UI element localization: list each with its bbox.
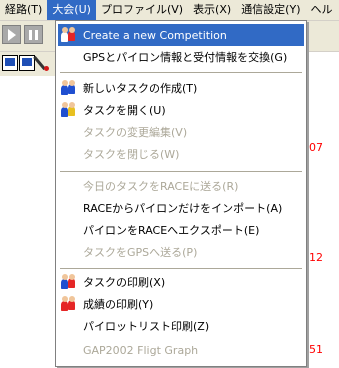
menu-item-label: パイロンをRACEへエクスポート(E)	[83, 224, 260, 237]
menu-item-label: タスクの印刷(X)	[83, 276, 166, 289]
menu-item-label: GAP2002 Fligt Graph	[83, 343, 199, 357]
background-number: 51	[309, 343, 323, 356]
menu-item-exchange-gps-info[interactable]: GPSとパイロン情報と受付情報を交換(G)	[58, 46, 304, 68]
menu-item-print-task[interactable]: タスクの印刷(X)	[58, 271, 304, 293]
background-number: 07	[309, 141, 323, 154]
menu-separator	[60, 268, 302, 269]
menu-item-label: GPSとパイロン情報と受付情報を交換(G)	[83, 51, 288, 64]
play-button[interactable]	[2, 25, 21, 44]
window-icon[interactable]	[2, 55, 18, 71]
new-task-icon	[61, 80, 77, 96]
menu-item-open-task[interactable]: タスクを開く(U)	[58, 99, 304, 121]
background-number: 12	[309, 251, 323, 264]
menu-item-label: 新しいタスクの作成(T)	[83, 82, 198, 95]
menu-separator	[60, 171, 302, 172]
menu-item-label: タスクをGPSへ送る(P)	[83, 246, 198, 259]
open-task-icon	[61, 102, 77, 118]
menu-item-label: RACEからパイロンだけをインポート(A)	[83, 202, 283, 215]
menu-item-label: タスクを開く(U)	[83, 104, 166, 117]
competition-dropdown-menu: Create a new Competition GPSとパイロン情報と受付情報…	[55, 20, 307, 367]
menu-view[interactable]: 表示(X)	[188, 0, 236, 20]
menu-route[interactable]: 経路(T)	[0, 0, 47, 20]
pause-icon	[29, 30, 32, 40]
menu-competition[interactable]: 大会(U)	[47, 0, 96, 20]
menu-item-new-task[interactable]: 新しいタスクの作成(T)	[58, 77, 304, 99]
menu-item-label: パイロットリスト印刷(Z)	[83, 320, 210, 333]
competition-icon	[61, 27, 77, 43]
pointer-tip-icon	[44, 66, 49, 71]
menu-item-close-task[interactable]: タスクを閉じる(W)	[58, 143, 304, 165]
menu-separator	[60, 72, 302, 73]
menu-item-label: タスクを閉じる(W)	[83, 148, 180, 161]
menu-item-edit-task[interactable]: タスクの変更編集(V)	[58, 121, 304, 143]
secondary-toolbar	[0, 52, 60, 76]
menu-item-label: タスクの変更編集(V)	[83, 126, 188, 139]
menu-item-print-results[interactable]: 成績の印刷(Y)	[58, 293, 304, 315]
menu-item-send-to-gps[interactable]: タスクをGPSへ送る(P)	[58, 241, 304, 263]
print-results-icon	[61, 296, 77, 312]
pause-button[interactable]	[24, 25, 43, 44]
menu-help[interactable]: ヘル	[306, 0, 338, 20]
menu-item-flight-graph[interactable]: GAP2002 Fligt Graph	[58, 339, 304, 361]
menu-item-create-competition[interactable]: Create a new Competition	[58, 24, 304, 46]
print-task-icon	[61, 274, 77, 290]
play-icon	[8, 29, 16, 41]
menu-item-label: 成績の印刷(Y)	[83, 298, 154, 311]
menu-item-import-pylons[interactable]: RACEからパイロンだけをインポート(A)	[58, 197, 304, 219]
menu-item-print-pilot-list[interactable]: パイロットリスト印刷(Z)	[58, 315, 304, 337]
menu-profile[interactable]: プロファイル(V)	[96, 0, 188, 20]
menu-item-export-pylons[interactable]: パイロンをRACEへエクスポート(E)	[58, 219, 304, 241]
menu-item-label: Create a new Competition	[83, 28, 227, 42]
menu-item-send-to-race[interactable]: 今日のタスクをRACEに送る(R)	[58, 175, 304, 197]
menu-comm-settings[interactable]: 通信設定(Y)	[236, 0, 305, 20]
menu-item-label: 今日のタスクをRACEに送る(R)	[83, 180, 239, 193]
menu-bar: 経路(T) 大会(U) プロファイル(V) 表示(X) 通信設定(Y) ヘル	[0, 0, 339, 21]
